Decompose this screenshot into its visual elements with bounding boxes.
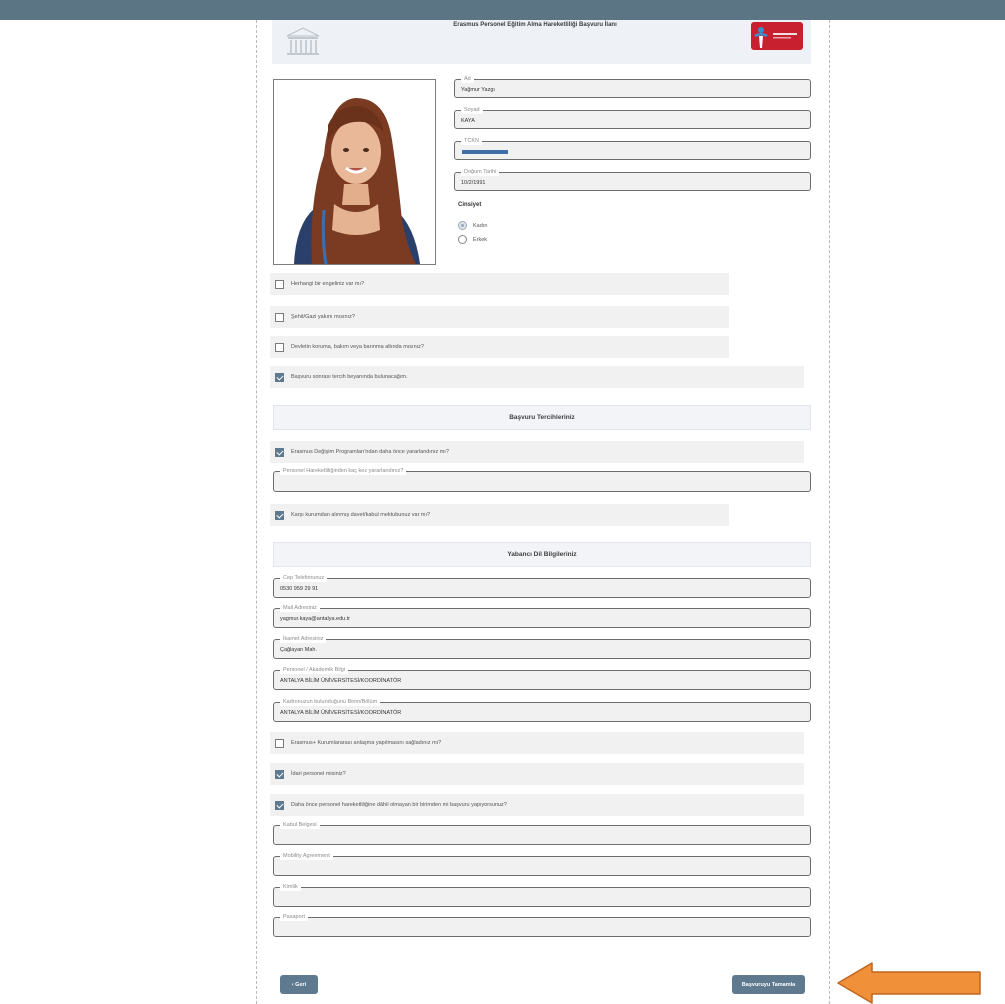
tckn-field[interactable]: TCKN xyxy=(454,137,811,160)
new-unit-checkbox-row[interactable]: Daha önce personel hareketliliğine dâhil… xyxy=(270,794,804,816)
surname-field[interactable]: Soyad KAYA xyxy=(454,106,811,129)
department-field-value: ANTALYA BİLİM ÜNİVERSİTESİ/KOORDİNATÖR xyxy=(280,710,402,716)
university-building-logo xyxy=(283,24,323,58)
section-language-title: Yabancı Dil Bilgileriniz xyxy=(273,542,811,567)
gender-female-label: Kadın xyxy=(473,222,488,229)
mobility-count-label: Personel Hareketliliğinden kaç kez yarar… xyxy=(280,467,407,475)
academic-info-value: ANTALYA BİLİM ÜNİVERSİTESİ/KOORDİNATÖR xyxy=(280,678,402,684)
tckn-redaction-bar xyxy=(462,150,508,154)
surname-field-label: Soyad xyxy=(461,106,483,114)
email-field-value: yagmur.kaya@antalya.edu.tr xyxy=(280,616,351,622)
department-field[interactable]: Kadronuzun bulunduğunu Birim/Bölüm ANTAL… xyxy=(273,698,811,722)
gender-male-label: Erkek xyxy=(473,236,488,243)
admin-staff-question: İdari personel misiniz? xyxy=(291,771,346,777)
section-preferences-title: Başvuru Tercihleriniz xyxy=(273,405,811,430)
radio-checked-icon xyxy=(458,221,467,230)
mobility-count-field[interactable]: Personel Hareketliliğinden kaç kez yarar… xyxy=(273,467,811,492)
disability-checkbox-row[interactable]: Herhangi bir engeliniz var mı? xyxy=(270,273,729,295)
gender-label: Cinsiyet xyxy=(458,202,482,208)
address-field[interactable]: İkamet Adresiniz Çağlayan Mah. xyxy=(273,635,811,659)
top-bar xyxy=(0,0,1005,20)
university-logo xyxy=(751,22,803,50)
gender-male-radio[interactable]: Erkek xyxy=(458,235,487,244)
birth-date-field-value: 10/2/1991 xyxy=(461,180,486,186)
disability-question: Herhangi bir engeliniz var mı? xyxy=(291,281,365,287)
academic-info-label: Personel / Akademik Bilgi xyxy=(280,666,349,674)
name-field[interactable]: Ad Yağmur Yazgı xyxy=(454,75,811,98)
declaration-question: Başvuru sonrası tercih beyanında bulunac… xyxy=(291,374,408,380)
declaration-checkbox-row[interactable]: Başvuru sonrası tercih beyanında bulunac… xyxy=(270,366,804,388)
back-button[interactable]: ‹ Geri xyxy=(280,975,318,994)
radio-unchecked-icon xyxy=(458,235,467,244)
passport-label: Pasaport xyxy=(280,913,309,921)
checkbox-checked-icon[interactable] xyxy=(275,769,284,779)
name-field-value: Yağmur Yazgı xyxy=(461,87,495,93)
erasmus-previous-question: Erasmus Değişim Programları'ndan daha ön… xyxy=(291,449,449,455)
submit-application-button[interactable]: Başvuruyu Tamamla xyxy=(732,975,805,994)
tckn-field-label: TCKN xyxy=(461,137,482,145)
checkbox-checked-icon[interactable] xyxy=(275,447,284,457)
academic-info-field[interactable]: Personel / Akademik Bilgi ANTALYA BİLİM … xyxy=(273,666,811,690)
birth-date-field[interactable]: Doğum Tarihi 10/2/1991 xyxy=(454,168,811,191)
id-card-field[interactable]: Kimlik xyxy=(273,883,811,907)
agreement-checkbox-row[interactable]: Erasmus+ Kurumlararası anlaşma yapılması… xyxy=(270,732,804,754)
checkbox-icon[interactable] xyxy=(275,312,284,322)
invitation-question: Karşı kurumdan alınmış davet/kabul mektu… xyxy=(291,512,431,518)
phone-field-value: 0530 959 29 91 xyxy=(280,586,319,592)
acceptance-letter-field[interactable]: Kabul Belgesi xyxy=(273,821,811,845)
invitation-checkbox-row[interactable]: Karşı kurumdan alınmış davet/kabul mektu… xyxy=(270,504,729,526)
surname-field-value: KAYA xyxy=(461,118,475,124)
passport-field[interactable]: Pasaport xyxy=(273,913,811,937)
protection-checkbox-row[interactable]: Devletin koruma, bakım veya barınma altı… xyxy=(270,336,729,358)
martyr-question: Şehit/Gazi yakını mısınız? xyxy=(291,314,355,320)
profile-photo xyxy=(273,79,436,265)
checkbox-checked-icon[interactable] xyxy=(275,800,284,810)
phone-field-label: Cep Telefonunuz xyxy=(280,574,328,582)
checkbox-icon[interactable] xyxy=(275,738,284,748)
agreement-question: Erasmus+ Kurumlararası anlaşma yapılması… xyxy=(291,740,442,746)
admin-staff-checkbox-row[interactable]: İdari personel misiniz? xyxy=(270,763,804,785)
erasmus-previous-checkbox-row[interactable]: Erasmus Değişim Programları'ndan daha ön… xyxy=(270,441,804,463)
mobility-agreement-label: Mobility Agreement xyxy=(280,852,333,860)
department-field-label: Kadronuzun bulunduğunu Birim/Bölüm xyxy=(280,698,381,706)
checkbox-checked-icon[interactable] xyxy=(275,372,284,382)
gender-female-radio[interactable]: Kadın xyxy=(458,221,487,230)
id-card-label: Kimlik xyxy=(280,883,301,891)
address-field-label: İkamet Adresiniz xyxy=(280,635,327,643)
address-field-value: Çağlayan Mah. xyxy=(280,647,317,653)
birth-date-field-label: Doğum Tarihi xyxy=(461,168,500,176)
email-field-label: Mail Adresiniz xyxy=(280,604,320,612)
mobility-agreement-field[interactable]: Mobility Agreement xyxy=(273,852,811,876)
martyr-checkbox-row[interactable]: Şehit/Gazi yakını mısınız? xyxy=(270,306,729,328)
checkbox-icon[interactable] xyxy=(275,342,284,352)
checkbox-icon[interactable] xyxy=(275,279,284,289)
new-unit-question: Daha önce personel hareketliliğine dâhil… xyxy=(291,802,507,808)
acceptance-letter-label: Kabul Belgesi xyxy=(280,821,320,829)
page-title: Erasmus Personel Eğitim Alma Hareketlili… xyxy=(453,22,617,28)
left-arrow-icon xyxy=(836,962,982,1004)
checkbox-checked-icon[interactable] xyxy=(275,510,284,520)
protection-question: Devletin koruma, bakım veya barınma altı… xyxy=(291,344,424,350)
phone-field[interactable]: Cep Telefonunuz 0530 959 29 91 xyxy=(273,574,811,598)
name-field-label: Ad xyxy=(461,75,474,83)
email-field[interactable]: Mail Adresiniz yagmur.kaya@antalya.edu.t… xyxy=(273,604,811,628)
